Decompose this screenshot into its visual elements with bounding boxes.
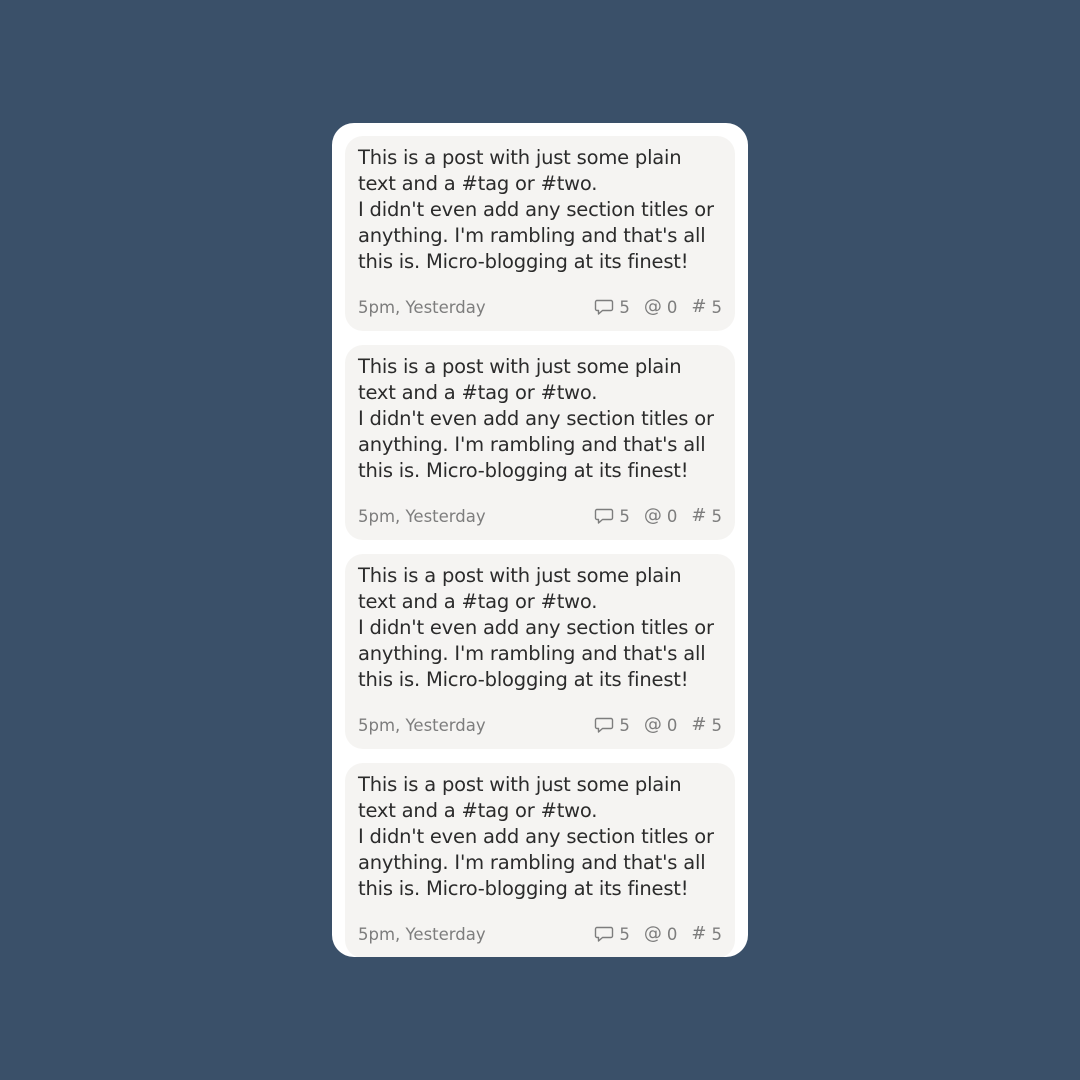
post-stats: 5 @ 0 # 5 bbox=[594, 925, 722, 944]
post-card[interactable]: This is a post with just some plain text… bbox=[345, 136, 735, 331]
tags-stat[interactable]: # 5 bbox=[691, 925, 722, 944]
post-footer: 5pm, Yesterday 5 @ 0 # 5 bbox=[358, 713, 722, 737]
comments-stat[interactable]: 5 bbox=[594, 507, 630, 526]
hashtag-icon: # bbox=[691, 505, 707, 526]
comment-icon bbox=[594, 925, 614, 943]
post-text-line: this is. Micro-blogging at its finest! bbox=[358, 250, 689, 273]
comments-count: 5 bbox=[619, 506, 630, 526]
mentions-stat[interactable]: @ 0 bbox=[644, 925, 678, 944]
at-sign-icon: @ bbox=[643, 296, 662, 317]
mentions-stat[interactable]: @ 0 bbox=[644, 298, 678, 317]
post-text-line: anything. I'm rambling and that's all bbox=[358, 642, 706, 665]
at-sign-icon: @ bbox=[643, 505, 662, 526]
post-text-line: This is a post with just some plain bbox=[358, 773, 682, 796]
post-footer: 5pm, Yesterday 5 @ 0 # 5 bbox=[358, 922, 722, 946]
post-text-line: I didn't even add any section titles or bbox=[358, 407, 714, 430]
post-card[interactable]: This is a post with just some plain text… bbox=[345, 345, 735, 540]
comments-stat[interactable]: 5 bbox=[594, 925, 630, 944]
post-text-line: text and a #tag or #two. bbox=[358, 590, 598, 613]
comments-stat[interactable]: 5 bbox=[594, 716, 630, 735]
feed-panel: This is a post with just some plain text… bbox=[332, 123, 748, 957]
post-text-line: this is. Micro-blogging at its finest! bbox=[358, 459, 689, 482]
post-timestamp: 5pm, Yesterday bbox=[358, 297, 486, 317]
comments-stat[interactable]: 5 bbox=[594, 298, 630, 317]
post-text-line: This is a post with just some plain bbox=[358, 355, 682, 378]
post-body: This is a post with just some plain text… bbox=[358, 354, 722, 484]
post-footer: 5pm, Yesterday 5 @ 0 # 5 bbox=[358, 504, 722, 528]
hashtag-icon: # bbox=[691, 923, 707, 944]
post-text-line: I didn't even add any section titles or bbox=[358, 198, 714, 221]
tags-count: 5 bbox=[711, 715, 723, 735]
mentions-count: 0 bbox=[666, 924, 678, 944]
post-text-line: anything. I'm rambling and that's all bbox=[358, 433, 706, 456]
tags-stat[interactable]: # 5 bbox=[691, 716, 722, 735]
post-text-line: text and a #tag or #two. bbox=[358, 381, 598, 404]
post-stats: 5 @ 0 # 5 bbox=[594, 716, 722, 735]
post-text-line: this is. Micro-blogging at its finest! bbox=[358, 877, 689, 900]
post-timestamp: 5pm, Yesterday bbox=[358, 506, 486, 526]
hashtag-icon: # bbox=[691, 714, 707, 735]
post-card[interactable]: This is a post with just some plain text… bbox=[345, 763, 735, 957]
post-body: This is a post with just some plain text… bbox=[358, 145, 722, 275]
post-text-line: this is. Micro-blogging at its finest! bbox=[358, 668, 689, 691]
tags-stat[interactable]: # 5 bbox=[691, 507, 722, 526]
post-footer: 5pm, Yesterday 5 @ 0 # 5 bbox=[358, 295, 722, 319]
comments-count: 5 bbox=[619, 924, 630, 944]
mentions-stat[interactable]: @ 0 bbox=[644, 507, 678, 526]
tags-count: 5 bbox=[711, 924, 723, 944]
comment-icon bbox=[594, 716, 614, 734]
post-stats: 5 @ 0 # 5 bbox=[594, 507, 722, 526]
comment-icon bbox=[594, 507, 614, 525]
post-text-line: text and a #tag or #two. bbox=[358, 799, 598, 822]
comments-count: 5 bbox=[619, 715, 630, 735]
post-body: This is a post with just some plain text… bbox=[358, 772, 722, 902]
mentions-count: 0 bbox=[666, 297, 678, 317]
at-sign-icon: @ bbox=[643, 714, 662, 735]
post-card[interactable]: This is a post with just some plain text… bbox=[345, 554, 735, 749]
post-timestamp: 5pm, Yesterday bbox=[358, 924, 486, 944]
comment-icon bbox=[594, 298, 614, 316]
tags-count: 5 bbox=[711, 297, 723, 317]
hashtag-icon: # bbox=[691, 296, 707, 317]
tags-count: 5 bbox=[711, 506, 723, 526]
post-text-line: anything. I'm rambling and that's all bbox=[358, 224, 706, 247]
mentions-count: 0 bbox=[666, 506, 678, 526]
post-timestamp: 5pm, Yesterday bbox=[358, 715, 486, 735]
post-body: This is a post with just some plain text… bbox=[358, 563, 722, 693]
post-text-line: This is a post with just some plain bbox=[358, 564, 682, 587]
mentions-stat[interactable]: @ 0 bbox=[644, 716, 678, 735]
post-text-line: text and a #tag or #two. bbox=[358, 172, 598, 195]
post-stats: 5 @ 0 # 5 bbox=[594, 298, 722, 317]
post-text-line: anything. I'm rambling and that's all bbox=[358, 851, 706, 874]
post-text-line: This is a post with just some plain bbox=[358, 146, 682, 169]
comments-count: 5 bbox=[619, 297, 630, 317]
at-sign-icon: @ bbox=[643, 923, 662, 944]
post-text-line: I didn't even add any section titles or bbox=[358, 616, 714, 639]
tags-stat[interactable]: # 5 bbox=[691, 298, 722, 317]
post-text-line: I didn't even add any section titles or bbox=[358, 825, 714, 848]
mentions-count: 0 bbox=[666, 715, 678, 735]
